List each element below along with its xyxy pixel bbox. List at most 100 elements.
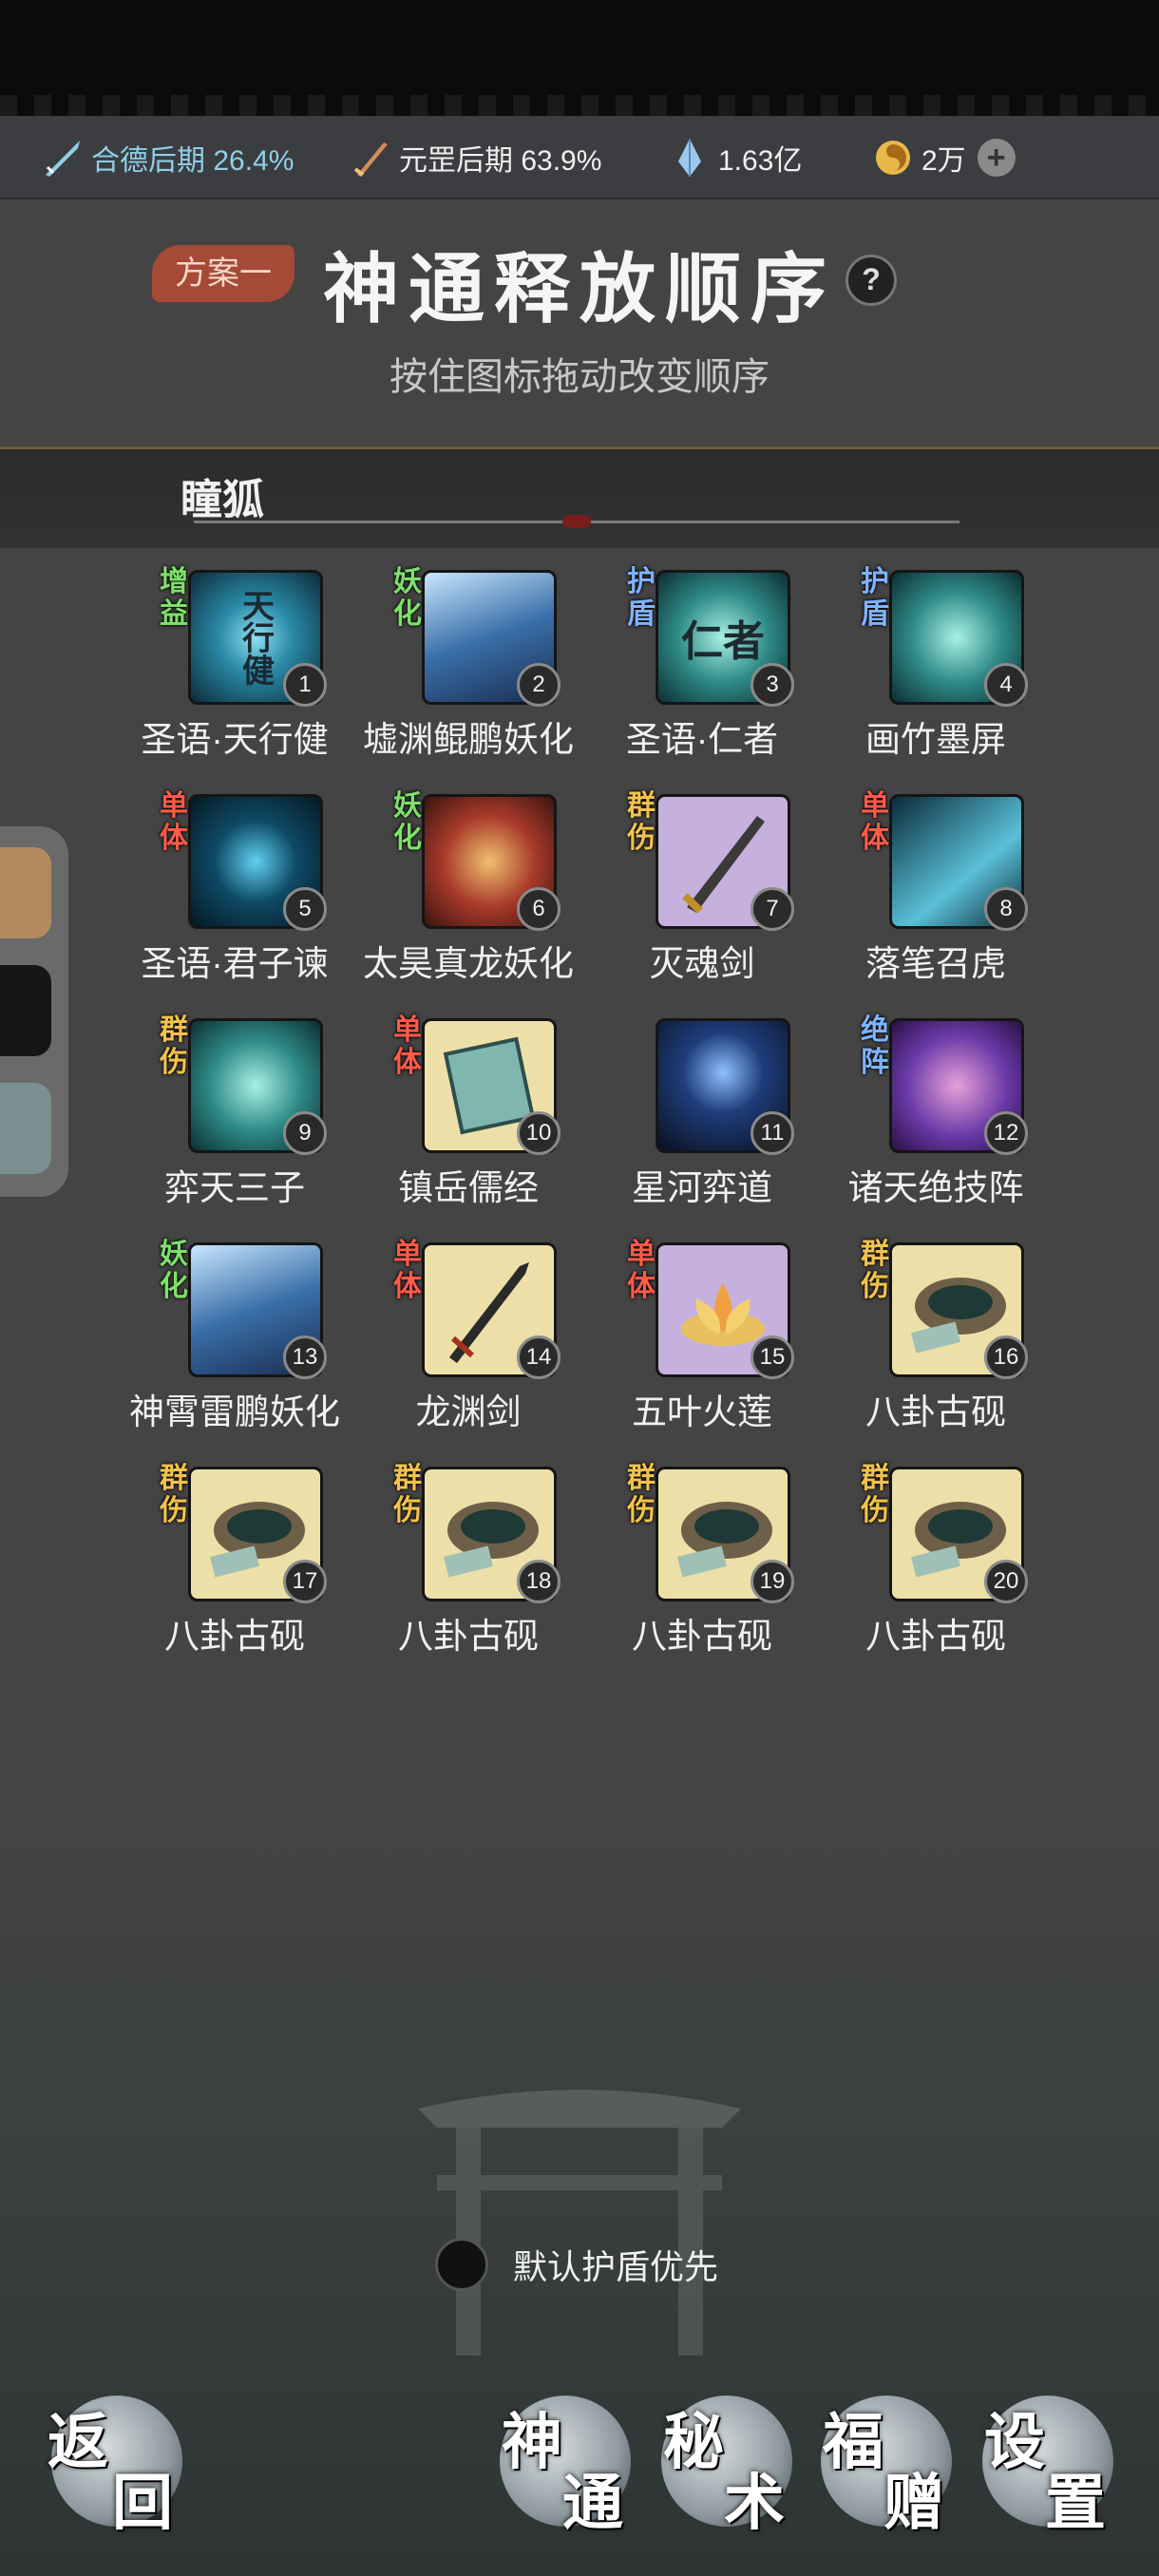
order-badge: 15 <box>750 1335 794 1379</box>
side-shortcut-2[interactable] <box>0 965 51 1056</box>
add-currency-button[interactable]: + <box>977 139 1016 177</box>
skill-slot[interactable]: 妖化 13 神霄雷鹏妖化 <box>118 1233 352 1451</box>
order-badge: 7 <box>750 887 794 931</box>
skill-slot[interactable]: 妖化 6 太昊真龙妖化 <box>352 785 585 1003</box>
back-char-2: 回 <box>112 2468 173 2539</box>
skill-type-tag: 单体 <box>393 1238 422 1303</box>
skill-slot[interactable]: 天行健 增益 1 圣语·天行健 <box>118 560 352 779</box>
order-badge: 1 <box>283 663 327 707</box>
skill-name: 圣语·天行健 <box>141 720 329 759</box>
skill-type-tag: 群伤 <box>160 1462 188 1527</box>
skill-type-tag: 群伤 <box>627 1462 656 1527</box>
plan-tag[interactable]: 方案一 <box>152 245 294 302</box>
skill-name: 星河弈道 <box>632 1168 772 1207</box>
skill-slot[interactable]: 仁者 护盾 3 圣语·仁者 <box>585 560 819 779</box>
skill-type-tag: 群伤 <box>627 789 656 855</box>
skill-type-tag: 妖化 <box>393 789 422 855</box>
skill-type-tag: 绝阵 <box>861 1013 889 1079</box>
secret-char-1: 秘 <box>663 2407 724 2478</box>
skill-name: 圣语·仁者 <box>625 720 779 759</box>
skills-char-2: 通 <box>562 2468 623 2539</box>
blessing-char-2: 赠 <box>884 2468 944 2539</box>
settings-char-1: 设 <box>984 2407 1045 2478</box>
skill-name: 龙渊剑 <box>415 1392 522 1431</box>
skill-type-tag: 护盾 <box>627 565 656 631</box>
currency-stat: 2万 + <box>872 137 1016 179</box>
currency-text: 2万 <box>922 145 966 177</box>
swirl-coin-icon <box>876 141 910 175</box>
spirit-stone-stat: 1.63亿 <box>669 137 802 179</box>
cultivation-stat: 合德后期 26.4% <box>42 137 294 179</box>
order-badge: 4 <box>984 663 1028 707</box>
secret-char-2: 术 <box>724 2468 785 2539</box>
order-badge: 5 <box>283 887 327 931</box>
side-shortcut-1[interactable] <box>0 847 51 938</box>
weapon-realm-stat: 元罡后期 63.9% <box>350 137 601 179</box>
skill-name: 八卦古砚 <box>164 1617 305 1656</box>
side-shortcut-3[interactable] <box>0 1083 51 1174</box>
skill-slot[interactable]: 群伤 17 八卦古砚 <box>118 1457 352 1676</box>
skill-name: 镇岳儒经 <box>398 1168 539 1207</box>
skill-slot[interactable]: 群伤 7 灭魂剑 <box>585 785 819 1003</box>
skill-type-tag: 护盾 <box>861 565 889 631</box>
skill-type-tag: 增益 <box>160 565 188 631</box>
page-title: 神通释放顺序 <box>323 244 836 333</box>
skill-slot[interactable]: 群伤 9 弈天三子 <box>118 1009 352 1227</box>
skill-name: 诸天绝技阵 <box>847 1168 1024 1207</box>
order-badge: 3 <box>750 663 794 707</box>
skill-name: 画竹墨屏 <box>865 720 1006 759</box>
top-frame-pattern <box>0 95 1159 116</box>
character-name: 瞳狐 <box>180 477 264 523</box>
skill-name: 八卦古砚 <box>398 1617 539 1656</box>
order-badge: 10 <box>517 1111 560 1155</box>
skill-type-tag: 单体 <box>160 789 188 855</box>
section-divider-ornament <box>562 515 591 528</box>
side-shortcut-panel <box>0 826 68 1197</box>
weapon-realm-text: 元罡后期 63.9% <box>399 145 602 177</box>
skill-slot[interactable]: 单体 10 镇岳儒经 <box>352 1009 585 1227</box>
order-badge: 17 <box>283 1560 327 1603</box>
skills-char-1: 神 <box>502 2407 562 2478</box>
skill-slot[interactable]: 妖化 2 墟渊鲲鹏妖化 <box>352 560 585 779</box>
blade-icon <box>353 142 388 177</box>
order-badge: 6 <box>517 887 560 931</box>
skill-slot[interactable]: 单体 14 龙渊剑 <box>352 1233 585 1451</box>
blessing-char-1: 福 <box>823 2407 884 2478</box>
order-badge: 12 <box>984 1111 1028 1155</box>
skill-slot[interactable]: 单体 8 落笔召虎 <box>819 785 1053 1003</box>
skill-slot[interactable]: 11 星河弈道 <box>585 1009 819 1227</box>
skill-type-tag: 群伤 <box>393 1462 422 1527</box>
help-button[interactable]: ? <box>846 255 897 306</box>
skill-name: 太昊真龙妖化 <box>363 944 574 983</box>
skill-slot[interactable]: 护盾 4 画竹墨屏 <box>819 560 1053 779</box>
skill-slot[interactable]: 群伤 19 八卦古砚 <box>585 1457 819 1676</box>
skill-type-tag: 妖化 <box>393 565 422 631</box>
skill-name: 八卦古砚 <box>865 1392 1006 1431</box>
skill-name: 墟渊鲲鹏妖化 <box>363 720 574 759</box>
skill-name: 五叶火莲 <box>632 1392 772 1431</box>
skill-name: 八卦古砚 <box>865 1617 1006 1656</box>
default-shield-first-label: 默认护盾优先 <box>513 2247 719 2286</box>
skill-type-tag: 单体 <box>393 1013 422 1079</box>
default-shield-first-toggle[interactable] <box>435 2238 488 2291</box>
settings-char-2: 置 <box>1045 2468 1106 2539</box>
skill-type-tag: 单体 <box>861 789 889 855</box>
order-badge: 14 <box>517 1335 560 1379</box>
skill-slot[interactable]: 绝阵 12 诸天绝技阵 <box>819 1009 1053 1227</box>
order-badge: 13 <box>283 1335 327 1379</box>
skill-name: 弈天三子 <box>164 1168 305 1207</box>
skill-name: 落笔召虎 <box>865 944 1006 983</box>
skill-slot[interactable]: 群伤 16 八卦古砚 <box>819 1233 1053 1451</box>
skill-slot[interactable]: 群伤 20 八卦古砚 <box>819 1457 1053 1676</box>
skill-slot[interactable]: 群伤 18 八卦古砚 <box>352 1457 585 1676</box>
character-section-header <box>0 446 1159 548</box>
skill-type-tag: 群伤 <box>160 1013 188 1079</box>
cultivation-text: 合德后期 26.4% <box>91 145 294 177</box>
skill-name: 神霄雷鹏妖化 <box>129 1392 340 1431</box>
skill-slot[interactable]: 单体 15 五叶火莲 <box>585 1233 819 1451</box>
skill-type-tag: 群伤 <box>861 1238 889 1303</box>
order-badge: 20 <box>984 1560 1028 1603</box>
skill-slot[interactable]: 单体 5 圣语·君子谏 <box>118 785 352 1003</box>
skill-name: 圣语·君子谏 <box>141 944 329 983</box>
skill-name: 八卦古砚 <box>632 1617 772 1656</box>
